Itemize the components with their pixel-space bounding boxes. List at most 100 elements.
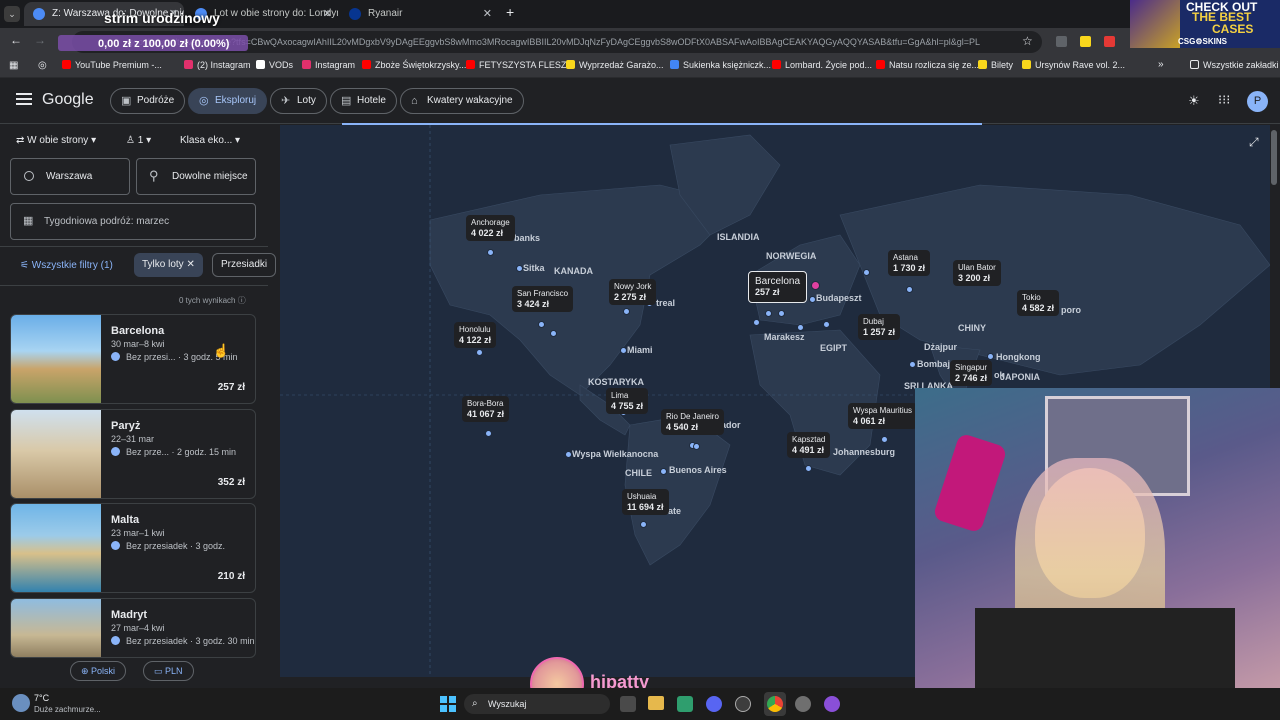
map-pin[interactable] (538, 321, 545, 328)
map-city-label[interactable]: Bombaj (917, 359, 950, 369)
fullscreen-icon[interactable]: ⤢ (1249, 135, 1259, 150)
nav-travel[interactable]: ▣ Podróże (110, 88, 186, 114)
extension-icon[interactable] (1104, 36, 1115, 47)
passengers-select[interactable]: ♙ 1 ▾ (126, 135, 151, 146)
map-pin[interactable] (906, 286, 913, 293)
forward-icon[interactable]: → (34, 33, 46, 47)
close-icon[interactable]: ✕ (186, 259, 194, 270)
language-button[interactable]: ⊕ Polski (70, 661, 127, 681)
map-pin[interactable] (805, 465, 812, 472)
map-pin[interactable] (620, 347, 627, 354)
map-pin[interactable] (809, 296, 816, 303)
map-city-label[interactable]: Buenos Aires (669, 465, 727, 475)
bookmark-item[interactable]: Bilety (978, 60, 1013, 70)
main-menu-icon[interactable] (16, 93, 32, 105)
trip-type-select[interactable]: ⇄ W obie strony ▾ (16, 135, 96, 146)
map-pin[interactable] (565, 451, 572, 458)
map-price-tag-selected[interactable]: Barcelona 257 zł (748, 271, 808, 303)
nav-vacation-rentals[interactable]: ⌂ Kwatery wakacyjne (400, 88, 524, 114)
map-pin[interactable] (485, 430, 492, 437)
map-city-label[interactable]: Miami (627, 345, 653, 355)
map-city-label[interactable]: ok (994, 370, 1005, 380)
origin-field[interactable]: Warszawa (10, 158, 130, 195)
scrollbar-thumb[interactable] (1271, 130, 1277, 185)
class-select[interactable]: Klasa eko... ▾ (180, 135, 240, 146)
bookmark-item[interactable]: VODs (256, 60, 293, 70)
map-price-tag[interactable]: Bora-Bora 41 067 zł (462, 396, 510, 422)
more-bookmarks-icon[interactable]: » (1158, 59, 1164, 70)
bookmark-item[interactable]: Wyprzedaż Garażo... (566, 60, 663, 70)
map-price-tag[interactable]: Ushuaia 11 694 zł (622, 489, 669, 515)
destination-field[interactable]: ⚲ Dowolne miejsce (136, 158, 256, 195)
map-city-label[interactable]: ador (721, 420, 741, 430)
tab-search-icon[interactable]: ⌄ (4, 6, 20, 22)
map-city-label[interactable]: treal (656, 298, 675, 308)
map-price-tag[interactable]: Wyspa Mauritius 4 061 zł (848, 403, 918, 429)
all-bookmarks[interactable]: Wszystkie zakładki (1190, 60, 1279, 70)
map-price-tag[interactable]: Tokio 4 582 zł (1017, 290, 1060, 316)
map-city-label[interactable]: banks (514, 233, 540, 243)
map-pin[interactable] (550, 330, 557, 337)
bookmark-item[interactable]: Lombard. Życie pod... (772, 60, 872, 70)
map-price-tag[interactable]: Ulan Bator 3 200 zł (953, 260, 1001, 286)
map-price-tag[interactable]: Astana 1 730 zł (888, 250, 931, 276)
bookmark-item[interactable]: (2) Instagram (184, 60, 251, 70)
map-pin[interactable] (660, 468, 667, 475)
map-pin[interactable] (487, 249, 494, 256)
map-city-label[interactable]: ate (668, 506, 681, 516)
bookmark-item[interactable]: Ursynów Rave vol. 2... (1022, 60, 1125, 70)
obs-icon[interactable] (824, 696, 840, 712)
map-pin[interactable] (765, 310, 772, 317)
bookmark-item[interactable]: Natsu rozlicza się ze... (876, 60, 979, 70)
map-pin[interactable] (823, 321, 830, 328)
windows-start-icon[interactable] (440, 696, 456, 712)
nav-hotels[interactable]: ▤ Hotele (330, 88, 397, 114)
map-city-label[interactable]: Hongkong (996, 352, 1041, 362)
bookmark-item[interactable]: Zboże Świętokrzysky... (362, 60, 466, 70)
bookmark-star-icon[interactable]: ☆ (1022, 34, 1033, 48)
google-apps-icon[interactable]: ⁝⁝⁝ (1218, 92, 1230, 108)
extension-icon[interactable] (1056, 36, 1067, 47)
bookmark-icon[interactable]: ◎ (38, 60, 47, 71)
back-icon[interactable]: ← (10, 33, 22, 47)
settings-icon[interactable] (795, 696, 811, 712)
new-tab-icon[interactable]: + (506, 4, 514, 20)
map-price-tag[interactable]: Lima 4 755 zł (606, 388, 649, 414)
map-city-label[interactable]: Wyspa Wielkanocna (572, 449, 658, 459)
currency-button[interactable]: ▭ PLN (143, 661, 194, 681)
task-view-icon[interactable] (620, 696, 636, 712)
filter-chip-stops[interactable]: Przesiadki (212, 253, 277, 277)
result-card-malta[interactable]: Malta 23 mar–1 kwi Bez przesiadek · 3 go… (10, 503, 256, 593)
bookmark-item[interactable]: Instagram (302, 60, 355, 70)
google-logo[interactable]: Google (42, 91, 94, 109)
map-city-label[interactable]: poro (1061, 305, 1081, 315)
apps-grid-icon[interactable]: ▦ (9, 60, 18, 71)
bookmark-item[interactable]: FETYSZYSTA FLESZ... (466, 60, 574, 70)
all-filters-button[interactable]: ⚟ Wszystkie filtry (1) (20, 260, 113, 271)
map-price-tag[interactable]: Dubaj 1 257 zł (858, 314, 901, 340)
map-price-tag[interactable]: Kapsztad 4 491 zł (787, 432, 831, 458)
selected-destination-pin[interactable] (811, 281, 820, 290)
result-card-barcelona[interactable]: Barcelona 30 mar–8 kwi Bez przesi... · 3… (10, 314, 256, 404)
filter-chip-flights-only[interactable]: Tylko loty ✕ (134, 253, 203, 277)
map-pin[interactable] (693, 443, 700, 450)
discord-icon[interactable] (706, 696, 722, 712)
map-city-label[interactable]: Johannesburg (833, 447, 895, 457)
map-pin[interactable] (863, 269, 870, 276)
map-pin[interactable] (778, 310, 785, 317)
avatar[interactable]: P (1247, 91, 1268, 112)
map-pin[interactable] (987, 353, 994, 360)
map-price-tag[interactable]: Honolulu 4 122 zł (454, 322, 497, 348)
nav-flights[interactable]: ✈ Loty (270, 88, 327, 114)
tab-ryanair[interactable]: Ryanair ✕ (340, 2, 498, 26)
map-city-label[interactable]: Sitka (523, 263, 545, 273)
map-city-label[interactable]: Budapeszt (816, 293, 862, 303)
map-price-tag[interactable]: Rio De Janeiro 4 540 zł (661, 409, 724, 435)
map-price-tag[interactable]: Nowy Jork 2 275 zł (609, 279, 657, 305)
map-city-label[interactable]: Marakesz (764, 332, 805, 342)
file-explorer-icon[interactable] (648, 696, 664, 710)
map-pin[interactable] (623, 308, 630, 315)
taskbar-search[interactable]: ⌕ Wyszukaj (464, 694, 610, 714)
chrome-icon[interactable] (767, 696, 783, 712)
map-pin[interactable] (476, 349, 483, 356)
